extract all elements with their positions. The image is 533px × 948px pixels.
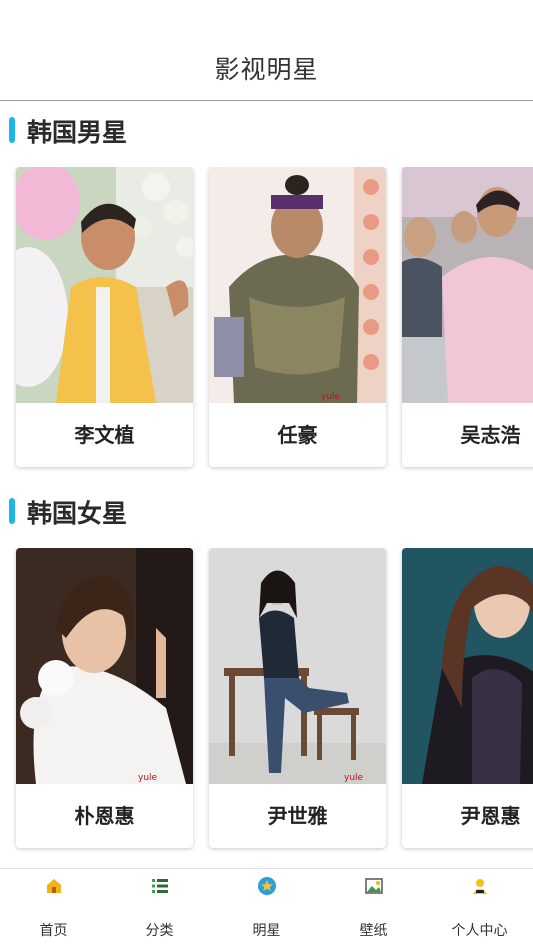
list-icon — [150, 876, 170, 896]
picture-icon — [364, 876, 384, 896]
tab-home[interactable]: 首页 — [0, 869, 107, 948]
section-accent-bar — [9, 117, 15, 143]
tab-wallpaper[interactable]: 壁纸 — [320, 869, 427, 948]
tab-label: 明星 — [252, 923, 281, 939]
tab-label: 首页 — [39, 923, 68, 939]
card-row-korean-actresses[interactable]: yule 朴恩惠 yule 尹世雅 尹恩惠 — [0, 548, 533, 853]
bottom-tab-bar: 首页 分类 明星 壁纸 个人中心 — [0, 868, 533, 947]
tab-profile[interactable]: 个人中心 — [426, 869, 533, 948]
star-photo: yule — [209, 167, 386, 403]
user-icon — [470, 876, 490, 896]
tab-category[interactable]: 分类 — [106, 869, 213, 948]
section-accent-bar — [9, 498, 15, 524]
star-photo: yule — [209, 548, 386, 784]
star-card[interactable]: 吴志浩 — [402, 167, 533, 467]
tab-label: 壁纸 — [359, 923, 388, 939]
star-photo — [16, 167, 193, 403]
star-name: 尹世雅 — [267, 804, 328, 828]
header: 影视明星 — [0, 0, 533, 101]
page-title: 影视明星 — [214, 55, 319, 84]
star-card[interactable]: yule 尹世雅 — [209, 548, 386, 848]
card-row-korean-actors[interactable]: 李文植 yule 任豪 吴志浩 — [0, 167, 533, 472]
star-card[interactable]: 尹恩惠 — [402, 548, 533, 848]
star-photo — [402, 167, 533, 403]
star-photo — [402, 548, 533, 784]
section-title: 韩国女星 — [27, 499, 128, 528]
star-name: 李文植 — [74, 423, 135, 447]
section-header-korean-actors: 韩国男星 — [0, 111, 533, 151]
section-header-korean-actresses: 韩国女星 — [0, 492, 533, 532]
star-card[interactable]: 李文植 — [16, 167, 193, 467]
star-photo: yule — [16, 548, 193, 784]
star-icon — [257, 876, 277, 896]
svg-text:yule: yule — [344, 773, 364, 783]
tab-label: 个人中心 — [451, 923, 508, 939]
tab-label: 分类 — [145, 923, 174, 939]
home-icon — [44, 876, 64, 896]
section-title: 韩国男星 — [27, 118, 128, 147]
star-card[interactable]: yule 朴恩惠 — [16, 548, 193, 848]
star-name: 朴恩惠 — [74, 804, 135, 828]
tab-stars[interactable]: 明星 — [213, 869, 320, 948]
svg-text:yule: yule — [138, 773, 158, 783]
star-name: 任豪 — [277, 423, 318, 447]
star-card[interactable]: yule 任豪 — [209, 167, 386, 467]
svg-text:yule: yule — [321, 392, 341, 402]
star-name: 吴志浩 — [460, 423, 521, 447]
star-name: 尹恩惠 — [460, 804, 521, 828]
